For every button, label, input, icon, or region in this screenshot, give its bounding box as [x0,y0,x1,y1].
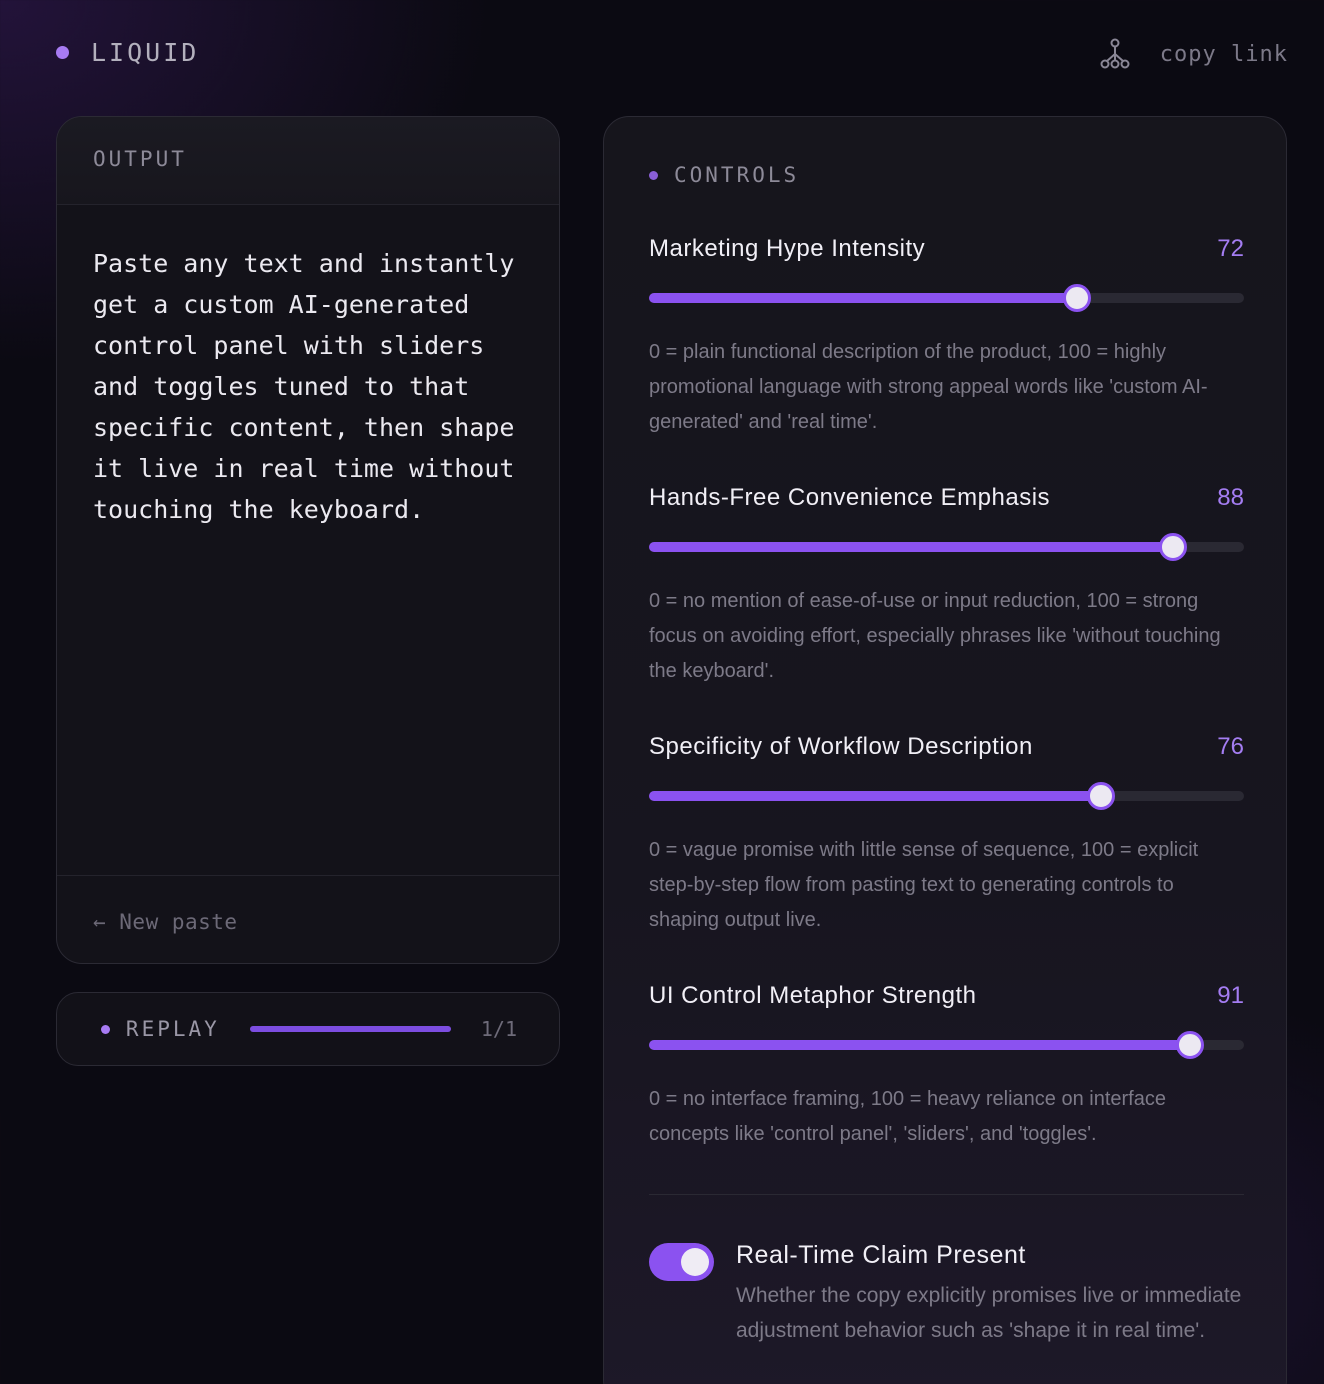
replay-scrubber[interactable] [249,1026,451,1032]
copy-link-label: copy link [1159,41,1288,67]
replay-dot-icon [101,1024,110,1034]
output-header: OUTPUT [57,117,559,205]
output-panel: OUTPUT Paste any text and instantly get … [56,116,560,964]
slider-value: 91 [1217,982,1244,1009]
slider-description: 0 = no interface framing, 100 = heavy re… [649,1088,1166,1145]
slider-label: UI Control Metaphor Strength [649,982,977,1009]
brand-dot-icon [56,46,69,59]
slider-track[interactable] [649,284,1244,312]
output-text: Paste any text and instantly get a custo… [93,249,515,524]
toggle-description: Whether the copy explicitly promises liv… [736,1284,1242,1342]
toggle-switch[interactable] [649,1243,714,1281]
controls-panel: CONTROLS Marketing Hype Intensity 72 0 =… [603,116,1287,1384]
brand: LIQUID [56,38,199,67]
slider-track[interactable] [649,782,1244,810]
controls-dot-icon [649,170,658,180]
slider-label: Hands-Free Convenience Emphasis [649,484,1051,511]
slider-label: Specificity of Workflow Description [649,733,1033,760]
network-share-icon [1100,38,1130,69]
slider-thumb[interactable] [1176,1031,1205,1059]
brand-name: LIQUID [91,38,200,67]
toggle-knob [681,1248,709,1276]
slider-fill [649,293,1078,303]
slider-description: 0 = plain functional description of the … [649,341,1208,433]
copy-link-button[interactable]: copy link [1100,38,1288,70]
replay-label: REPLAY [125,1017,220,1041]
slider-description: 0 = no mention of ease-of-use or input r… [649,590,1221,682]
slider-thumb[interactable] [1158,533,1187,561]
slider-thumb[interactable] [1087,782,1116,810]
slider-marketing-hype: Marketing Hype Intensity 72 0 = plain fu… [649,235,1244,440]
slider-workflow-specificity: Specificity of Workflow Description 76 0… [649,733,1244,938]
slider-hands-free: Hands-Free Convenience Emphasis 88 0 = n… [649,484,1244,689]
output-title: OUTPUT [93,147,187,171]
slider-label: Marketing Hype Intensity [649,235,926,262]
toggle-label: Real-Time Claim Present [736,1241,1026,1269]
controls-header: CONTROLS [649,163,799,187]
new-paste-link[interactable]: ← New paste [93,910,238,934]
slider-value: 72 [1217,235,1244,262]
slider-description: 0 = vague promise with little sense of s… [649,839,1199,931]
replay-count: 1/1 [480,1017,517,1041]
slider-fill [649,542,1173,552]
output-footer: ← New paste [57,875,559,963]
slider-track[interactable] [649,1031,1244,1059]
slider-fill [649,1040,1191,1050]
replay-bar: REPLAY 1/1 [56,992,560,1066]
slider-value: 76 [1217,733,1244,760]
slider-thumb[interactable] [1063,284,1092,312]
slider-track[interactable] [649,533,1244,561]
controls-title: CONTROLS [674,163,800,187]
slider-value: 88 [1217,484,1244,511]
toggle-real-time-claim: Real-Time Claim Present Whether the copy… [649,1241,1244,1348]
slider-ui-metaphor: UI Control Metaphor Strength 91 0 = no i… [649,982,1244,1152]
slider-fill [649,791,1102,801]
replay-progress-fill [249,1026,451,1032]
divider [649,1194,1244,1195]
